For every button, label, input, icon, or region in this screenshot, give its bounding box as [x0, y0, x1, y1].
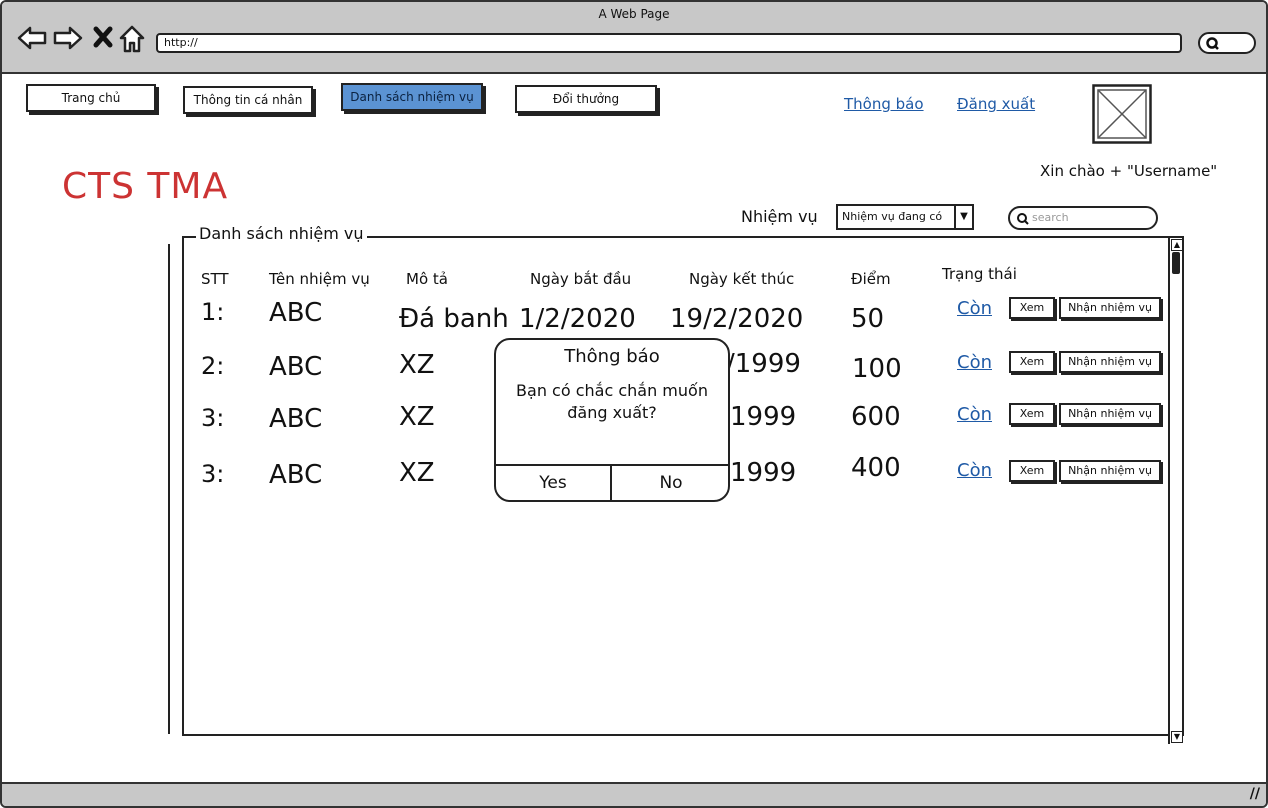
resize-grip-icon[interactable]: //: [1250, 786, 1260, 802]
row-stt: 2:: [201, 352, 225, 380]
row-end: 1999: [730, 402, 797, 432]
row-status-link[interactable]: Còn: [957, 404, 992, 425]
scroll-down-icon[interactable]: ▼: [1171, 731, 1183, 743]
url-input[interactable]: http://: [156, 33, 1182, 53]
row-start: 1/2/2020: [519, 304, 636, 334]
row-points: 100: [852, 354, 902, 384]
home-icon[interactable]: [118, 24, 146, 54]
greeting-text: Xin chào + "Username": [1040, 162, 1218, 180]
row-desc: XZ: [399, 402, 435, 432]
header-end: Ngày kết thúc: [689, 270, 795, 288]
row-desc: XZ: [399, 458, 435, 488]
row-stt: 3:: [201, 404, 225, 432]
header-start: Ngày bắt đầu: [530, 270, 632, 288]
row-status-link[interactable]: Còn: [957, 298, 992, 319]
dropdown-arrow-icon[interactable]: ▼: [954, 206, 972, 228]
nav-home-button[interactable]: Trang chủ: [26, 84, 156, 112]
back-icon[interactable]: [16, 24, 48, 52]
row-desc: XZ: [399, 350, 435, 380]
row-points: 50: [851, 304, 885, 334]
view-button[interactable]: Xem: [1009, 460, 1055, 482]
task-list-title: Danh sách nhiệm vụ: [196, 224, 367, 243]
view-button[interactable]: Xem: [1009, 403, 1055, 425]
scroll-up-icon[interactable]: ▲: [1171, 239, 1183, 251]
accept-task-button[interactable]: Nhận nhiệm vụ: [1059, 403, 1161, 425]
left-divider: [168, 244, 170, 734]
header-stt: STT: [201, 270, 229, 288]
row-name: ABC: [269, 404, 323, 434]
accept-task-button[interactable]: Nhận nhiệm vụ: [1059, 460, 1161, 482]
row-name: ABC: [269, 460, 323, 490]
avatar-image-placeholder: [1092, 84, 1152, 144]
magnifier-icon: [1206, 37, 1219, 50]
view-button[interactable]: Xem: [1009, 351, 1055, 373]
filter-selected-value: Nhiệm vụ đang có: [842, 210, 943, 223]
logout-link[interactable]: Đăng xuất: [957, 95, 1035, 113]
row-points: 600: [851, 402, 901, 432]
browser-titlebar: A Web Page http://: [2, 2, 1266, 74]
browser-statusbar: //: [2, 782, 1266, 806]
row-desc: Đá banh: [399, 304, 509, 334]
stop-icon[interactable]: [92, 24, 114, 52]
accept-task-button[interactable]: Nhận nhiệm vụ: [1059, 297, 1161, 319]
view-button[interactable]: Xem: [1009, 297, 1055, 319]
confirm-no-button[interactable]: No: [612, 466, 730, 502]
scroll-thumb[interactable]: [1172, 252, 1180, 274]
header-desc: Mô tả: [406, 270, 448, 288]
row-points: 400: [851, 453, 901, 483]
nav-profile-button[interactable]: Thông tin cá nhân: [183, 86, 313, 114]
task-list-scrollbar[interactable]: ▲ ▼: [1168, 238, 1183, 744]
row-end: 1999: [730, 458, 797, 488]
accept-task-button[interactable]: Nhận nhiệm vụ: [1059, 351, 1161, 373]
confirm-yes-button[interactable]: Yes: [496, 466, 612, 502]
row-end: /1999: [726, 349, 801, 379]
row-status-link[interactable]: Còn: [957, 460, 992, 481]
dialog-message: Bạn có chắc chắn muốn đăng xuất?: [516, 381, 708, 422]
row-name: ABC: [269, 352, 323, 382]
search-placeholder: search: [1032, 211, 1069, 224]
browser-search-field[interactable]: [1198, 32, 1256, 54]
browser-window: A Web Page http:// Trang chủ Thông tin c…: [0, 0, 1268, 808]
row-end: 19/2/2020: [670, 304, 804, 334]
notifications-link[interactable]: Thông báo: [844, 95, 924, 113]
row-name: ABC: [269, 298, 323, 328]
window-title: A Web Page: [598, 7, 670, 21]
search-icon: [1017, 213, 1029, 225]
filter-label: Nhiệm vụ: [741, 207, 818, 226]
row-stt: 1:: [201, 298, 225, 326]
header-status: Trạng thái: [942, 265, 1017, 283]
forward-icon[interactable]: [52, 24, 84, 52]
nav-tasks-button[interactable]: Danh sách nhiệm vụ: [341, 83, 483, 111]
brand-logo-text: CTS TMA: [62, 166, 229, 207]
task-search-input[interactable]: search: [1008, 206, 1158, 230]
row-status-link[interactable]: Còn: [957, 352, 992, 373]
dialog-title: Thông báo: [564, 346, 660, 367]
task-filter-select[interactable]: Nhiệm vụ đang có ▼: [836, 204, 974, 230]
logout-confirm-dialog: Thông báo Bạn có chắc chắn muốn đăng xuấ…: [494, 338, 730, 502]
row-stt: 3:: [201, 460, 225, 488]
header-points: Điểm: [851, 270, 891, 288]
header-name: Tên nhiệm vụ: [269, 270, 370, 288]
nav-rewards-button[interactable]: Đổi thưởng: [515, 85, 657, 113]
